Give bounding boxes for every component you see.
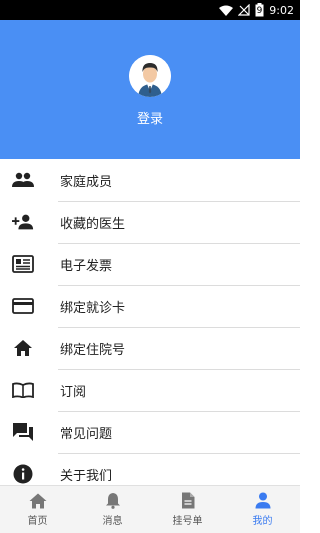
- invoice-icon: [12, 253, 34, 275]
- profile-header: 登录: [0, 20, 300, 159]
- status-bar: 9 9:02: [0, 0, 300, 20]
- tab-registrations[interactable]: 挂号单: [150, 486, 225, 533]
- menu-item-label: 绑定住院号: [60, 342, 126, 358]
- book-icon: [12, 379, 34, 401]
- info-icon: [12, 463, 34, 485]
- home-icon: [29, 493, 46, 508]
- doctor-avatar-icon: [129, 55, 171, 97]
- status-time: 9:02: [269, 3, 294, 17]
- menu-item-subscribe[interactable]: 订阅: [0, 369, 300, 412]
- chat-icon: [12, 421, 34, 443]
- menu-item-e-invoice[interactable]: 电子发票: [0, 243, 300, 286]
- menu-item-bind-card[interactable]: 绑定就诊卡: [0, 285, 300, 328]
- menu-item-label: 收藏的医生: [60, 216, 126, 232]
- tab-messages[interactable]: 消息: [75, 486, 150, 533]
- menu-item-bind-hospital-number[interactable]: 绑定住院号: [0, 327, 300, 370]
- tab-label: 首页: [27, 515, 48, 527]
- document-icon: [181, 492, 194, 509]
- person-icon: [255, 492, 270, 509]
- wifi-icon: [218, 5, 233, 16]
- tab-label: 挂号单: [172, 516, 203, 527]
- no-signal-icon: [237, 4, 250, 16]
- family-icon: [12, 169, 34, 191]
- menu-item-label: 家庭成员: [60, 174, 113, 190]
- menu-item-label: 电子发票: [60, 258, 113, 274]
- menu-list: 家庭成员 收藏的医生 电子发票 绑定就诊卡 绑定住院号 订阅 常见问题 关于我们: [0, 159, 300, 495]
- avatar[interactable]: [129, 55, 171, 97]
- menu-item-label: 关于我们: [60, 468, 113, 484]
- menu-item-label: 常见问题: [60, 426, 113, 442]
- bell-icon: [105, 493, 120, 509]
- menu-item-favorite-doctors[interactable]: 收藏的医生: [0, 201, 300, 244]
- add-person-icon: [12, 211, 34, 233]
- bottom-tab-bar: 首页 消息 挂号单 我的: [0, 485, 300, 533]
- menu-item-label: 绑定就诊卡: [60, 300, 126, 316]
- card-icon: [12, 295, 34, 317]
- tab-label: 消息: [102, 516, 123, 527]
- home-icon: [12, 337, 34, 359]
- battery-level: 9: [256, 6, 263, 16]
- tab-home[interactable]: 首页: [0, 486, 75, 533]
- menu-item-family-members[interactable]: 家庭成员: [0, 159, 300, 202]
- menu-item-faq[interactable]: 常见问题: [0, 411, 300, 454]
- tab-label: 我的: [252, 516, 273, 527]
- tab-mine[interactable]: 我的: [225, 486, 300, 533]
- menu-item-label: 订阅: [60, 384, 87, 400]
- login-link[interactable]: 登录: [0, 108, 300, 127]
